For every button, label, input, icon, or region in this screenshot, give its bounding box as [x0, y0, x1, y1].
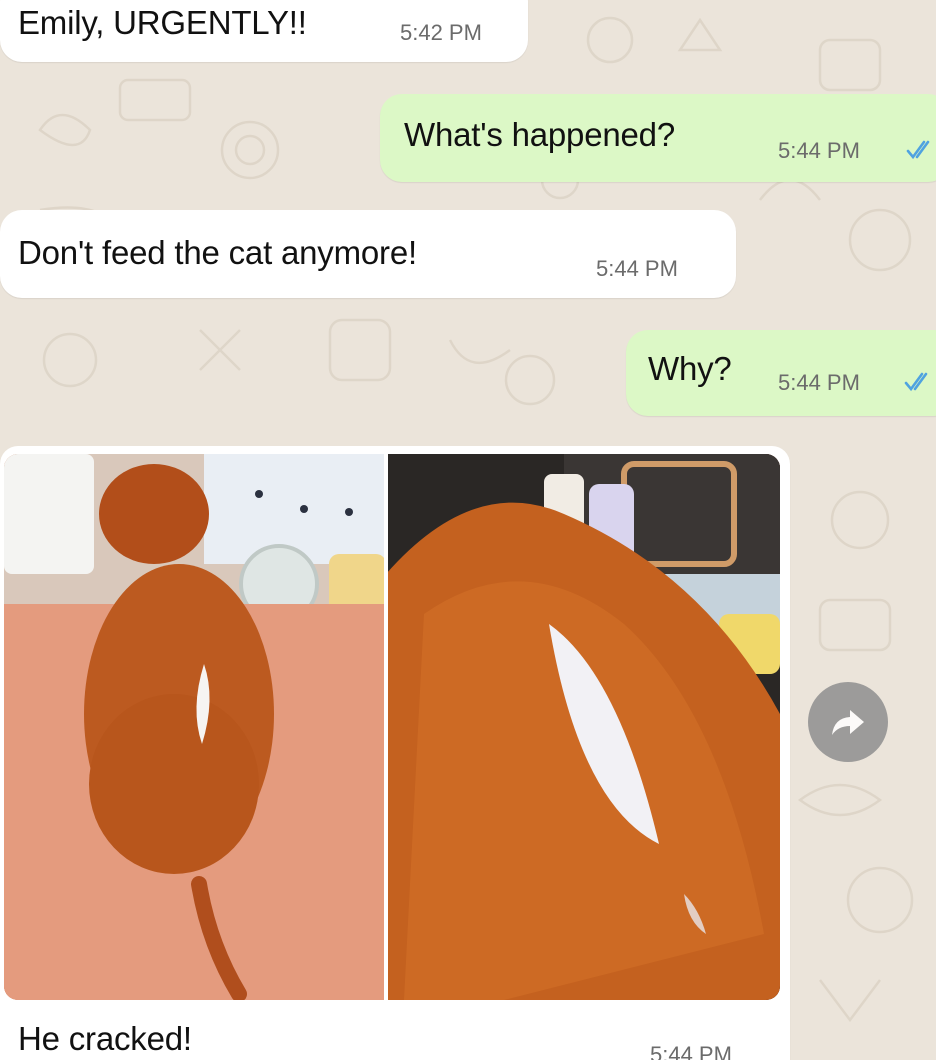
message-text: Why?: [648, 350, 732, 387]
message-bubble-incoming[interactable]: Emily, URGENTLY!! 5:42 PM: [0, 0, 528, 62]
message-text: Emily, URGENTLY!!: [18, 4, 307, 41]
message-text: Don't feed the cat anymore!: [18, 234, 417, 271]
forward-button[interactable]: [808, 682, 888, 762]
message-bubble-outgoing[interactable]: What's happened? 5:44 PM: [380, 94, 936, 182]
message-time: 5:44 PM: [778, 138, 860, 163]
message-bubble-outgoing[interactable]: Why? 5:44 PM: [626, 330, 936, 416]
double-check-read-icon: [904, 372, 928, 392]
message-text: What's happened?: [404, 116, 675, 153]
message-time: 5:44 PM: [596, 256, 678, 281]
cat-photo[interactable]: [4, 454, 780, 1000]
cat-photo-image: [4, 454, 780, 1000]
image-caption: He cracked!: [18, 1020, 192, 1057]
forward-arrow-icon: [832, 710, 864, 735]
message-bubble-incoming[interactable]: Don't feed the cat anymore! 5:44 PM: [0, 210, 736, 298]
message-bubble-image[interactable]: He cracked! 5:44 PM: [0, 446, 790, 1060]
message-time: 5:44 PM: [650, 1042, 732, 1060]
double-check-read-icon: [906, 140, 930, 160]
message-time: 5:44 PM: [778, 370, 860, 395]
message-time: 5:42 PM: [400, 20, 482, 45]
